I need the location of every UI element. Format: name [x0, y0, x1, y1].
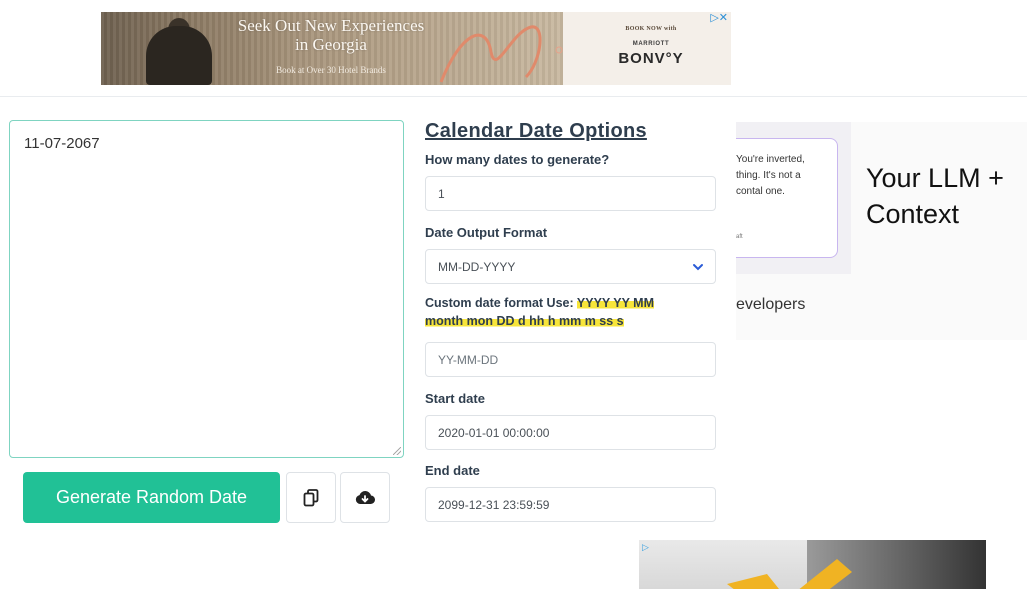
end-date-label: End date [425, 463, 480, 478]
cloud-download-icon [355, 490, 375, 504]
end-date-value: 2099-12-31 23:59:59 [438, 497, 550, 512]
ad-llm-headline-line-1: Your LLM + [866, 163, 1004, 193]
custom-format-tokens-1: YYYY YY MM [576, 296, 655, 310]
start-date-value: 2020-01-01 00:00:00 [438, 425, 550, 440]
resize-handle-icon[interactable] [393, 447, 401, 455]
ad-card-foot: aft [736, 234, 743, 240]
bottom-ad-graphic [727, 559, 852, 589]
ad-headline-line-1: Seek Out New Experiences [237, 16, 425, 35]
custom-format-label: Custom date format Use: YYYY YY MM month… [425, 294, 715, 330]
ad-bonvoy-logo: BONV°Y [618, 50, 684, 67]
ad-card-text: You're inverted, thing. It's not a conta… [736, 152, 836, 200]
ad-book-now: BOOK NOW with [625, 26, 677, 32]
ad-swirl-graphic [439, 25, 563, 83]
header-divider [0, 96, 1027, 97]
ad-headline-line-2: in Georgia [295, 35, 367, 54]
custom-format-label-prefix: Custom date format Use: [425, 296, 577, 310]
ad-developers-text: evelopers [736, 296, 806, 313]
start-date-label: Start date [425, 391, 485, 406]
format-label: Date Output Format [425, 225, 548, 240]
output-textarea[interactable]: 11-07-2067 [9, 120, 404, 458]
ad-person [146, 26, 212, 85]
options-title: Calendar Date Options [425, 120, 647, 142]
format-select-value: MM-DD-YYYY [438, 259, 516, 274]
output-value: 11-07-2067 [24, 135, 100, 152]
custom-format-tokens-2: month mon DD d hh h mm m ss s [425, 314, 624, 328]
custom-format-placeholder: YY-MM-DD [438, 352, 499, 367]
count-input-value: 1 [438, 186, 445, 201]
custom-format-input[interactable]: YY-MM-DD [425, 342, 716, 377]
ad-llm-headline-line-2: Context [866, 199, 960, 229]
ad-choices-icon[interactable]: ▷✕ [701, 12, 731, 24]
top-banner-ad[interactable]: Seek Out New Experiences in Georgia Book… [101, 12, 731, 85]
copy-icon [303, 488, 319, 506]
ad-marriott-text: MARRIOTT [632, 41, 670, 47]
ad-headline: Seek Out New Experiences in Georgia [211, 16, 451, 54]
ad-card-text-line-2: thing. It's not a [736, 170, 801, 181]
count-label: How many dates to generate? [425, 152, 610, 167]
start-date-input[interactable]: 2020-01-01 00:00:00 [425, 415, 716, 450]
end-date-input[interactable]: 2099-12-31 23:59:59 [425, 487, 716, 522]
ad-subline: Book at Over 30 Hotel Brands [276, 65, 386, 75]
copy-button[interactable] [286, 472, 336, 523]
ad-choices-icon[interactable]: ▷ [642, 542, 649, 553]
right-side-ad[interactable]: You're inverted, thing. It's not a conta… [736, 122, 1027, 340]
ad-card-text-line-1: You're inverted, [736, 154, 805, 165]
chevron-down-icon [693, 264, 703, 271]
count-input[interactable]: 1 [425, 176, 716, 211]
ad-card-text-line-3: contal one. [736, 186, 785, 197]
bottom-ad[interactable]: ▷ [639, 540, 986, 589]
format-select[interactable]: MM-DD-YYYY [425, 249, 716, 284]
download-button[interactable] [340, 472, 390, 523]
ad-llm-headline: Your LLM + Context [866, 160, 1004, 232]
generate-random-date-button[interactable]: Generate Random Date [23, 472, 280, 523]
